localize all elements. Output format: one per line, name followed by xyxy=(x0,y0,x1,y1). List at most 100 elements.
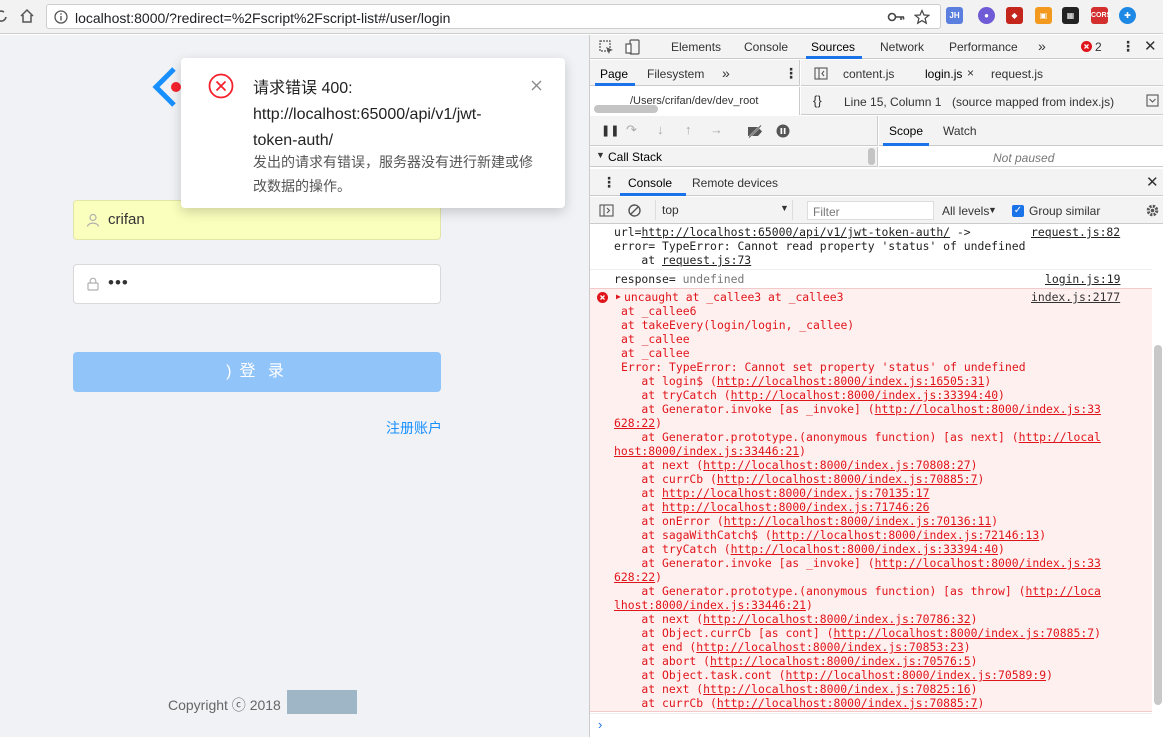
stack-link[interactable]: http://localhost:8000/index.js:33 xyxy=(875,556,1101,570)
stack-link[interactable]: http://localhost:8000/index.js:72146:13 xyxy=(772,528,1039,542)
stack-link[interactable]: http://localhost:8000/index.js:70885:7 xyxy=(717,696,978,710)
url-link[interactable]: http://localhost:65000/api/v1/jwt-token-… xyxy=(641,225,950,239)
redacted-block xyxy=(287,690,357,714)
file-tab-content[interactable]: content.js xyxy=(843,67,894,81)
clear-console-icon[interactable] xyxy=(628,204,641,217)
url-text[interactable]: localhost:8000/?redirect=%2Fscript%2Fscr… xyxy=(75,10,450,26)
stack-link[interactable]: http://localhost:8000/index.js:70786:32 xyxy=(703,612,970,626)
more-tabs-icon[interactable]: » xyxy=(1038,38,1046,54)
star-icon[interactable] xyxy=(914,9,930,25)
stack-link[interactable]: lhost:8000/index.js:33446:21 xyxy=(614,598,806,612)
step-icon[interactable]: → xyxy=(710,122,723,137)
tab-elements[interactable]: Elements xyxy=(671,40,721,54)
tab-scope[interactable]: Scope xyxy=(889,124,923,138)
log-levels-dropdown[interactable]: All levels xyxy=(942,204,989,218)
group-similar-checkbox[interactable]: ✓ xyxy=(1012,205,1024,217)
coverage-icon[interactable] xyxy=(1146,94,1159,107)
stack-line: at onError (http://localhost:8000/index.… xyxy=(614,514,999,528)
error-expand-triangle-icon[interactable]: ▶ xyxy=(616,290,621,304)
extension-red-icon[interactable]: ◆ xyxy=(1006,7,1023,24)
console-filter-input[interactable]: Filter xyxy=(807,201,934,220)
stack-link[interactable]: http://localhost:8000/index.js:16505:31 xyxy=(717,374,984,388)
deactivate-breakpoints-icon[interactable] xyxy=(746,125,764,138)
error-count[interactable]: 2 xyxy=(1095,40,1102,54)
stack-link[interactable]: http://localhost:8000/index.js:70576:5 xyxy=(710,654,971,668)
nav-menu-icon[interactable]: ⋮ xyxy=(784,65,798,82)
stack-link[interactable]: http://localhost:8000/index.js:70853:23 xyxy=(696,640,963,654)
stack-link[interactable]: http://local xyxy=(1019,430,1101,444)
stack-link[interactable]: http://localhost:8000/index.js:70589:9 xyxy=(785,668,1046,682)
tab-watch[interactable]: Watch xyxy=(943,124,977,138)
stack-link[interactable]: http://localhost:8000/index.js:70885:7 xyxy=(833,626,1094,640)
stack-link[interactable]: http://localhost:8000/index.js:71746:26 xyxy=(662,500,929,514)
extension-orange-icon[interactable]: ▣ xyxy=(1035,7,1052,24)
tab-sources[interactable]: Sources xyxy=(811,40,855,54)
tab-page[interactable]: Page xyxy=(600,67,628,81)
step-out-icon[interactable]: ↑ xyxy=(685,122,692,137)
stack-line: Error: TypeError: Cannot set property 's… xyxy=(621,360,1026,374)
error-badge-icon[interactable] xyxy=(1081,41,1092,52)
login-button[interactable]: ) 登 录 xyxy=(73,352,441,392)
stack-link[interactable]: 628:22 xyxy=(614,416,655,430)
tab-console[interactable]: Console xyxy=(744,40,788,54)
close-icon[interactable] xyxy=(531,80,542,91)
pause-icon[interactable]: ❚❚ xyxy=(601,124,619,137)
tab-performance[interactable]: Performance xyxy=(949,40,1018,54)
pretty-print-icon[interactable]: {} xyxy=(813,93,822,108)
close-devtools-icon[interactable]: ✕ xyxy=(1144,37,1157,55)
home-icon[interactable] xyxy=(19,8,35,24)
reload-icon[interactable] xyxy=(0,9,8,23)
device-toggle-icon[interactable] xyxy=(625,39,641,55)
tab-filesystem[interactable]: Filesystem xyxy=(647,67,704,81)
stack-link[interactable]: http://localhost:8000/index.js:70135:17 xyxy=(662,486,929,500)
show-sidebar-icon[interactable] xyxy=(599,204,614,217)
stack-link[interactable]: host:8000/index.js:33446:21 xyxy=(614,444,799,458)
extension-globe-icon[interactable]: ✚ xyxy=(1119,7,1136,24)
stack-link[interactable]: 628:22 xyxy=(614,570,655,584)
stack-link[interactable]: http://localhost:8000/index.js:33394:40 xyxy=(731,388,998,402)
file-tab-request[interactable]: request.js xyxy=(991,67,1043,81)
extension-circle-icon[interactable]: ● xyxy=(978,7,995,24)
drawer-tab-bar: ⋮ Console Remote devices ✕ xyxy=(590,169,1163,196)
tab-network[interactable]: Network xyxy=(880,40,924,54)
step-into-icon[interactable]: ↓ xyxy=(657,122,664,137)
stack-link[interactable]: http://localhost:8000/index.js:70885:7 xyxy=(717,472,978,486)
stack-link[interactable]: http://loca xyxy=(1025,584,1100,598)
file-tab-close-icon[interactable]: × xyxy=(967,66,974,80)
address-bar[interactable]: localhost:8000/?redirect=%2Fscript%2Fscr… xyxy=(46,4,941,29)
inspect-icon[interactable] xyxy=(599,40,614,55)
source-link-request-82[interactable]: request.js:82 xyxy=(1031,225,1120,239)
console-scrollbar[interactable] xyxy=(1154,345,1162,705)
console-settings-gear-icon[interactable] xyxy=(1145,203,1160,218)
kebab-menu-icon[interactable]: ⋮ xyxy=(1121,38,1135,55)
extension-qr-icon[interactable]: ▦ xyxy=(1062,7,1079,24)
register-link[interactable]: 注册账户 xyxy=(386,418,442,438)
nav-more-icon[interactable]: » xyxy=(722,65,730,81)
password-field[interactable]: ••• xyxy=(73,264,441,304)
stack-link[interactable]: http://localhost:8000/index.js:33 xyxy=(875,402,1101,416)
close-drawer-icon[interactable]: ✕ xyxy=(1146,173,1159,191)
console-prompt[interactable]: › xyxy=(590,713,1152,737)
stack-link[interactable]: http://localhost:8000/index.js:70808:27 xyxy=(703,458,970,472)
source-link-login-19[interactable]: login.js:19 xyxy=(1045,272,1120,286)
source-link-index-2177[interactable]: index.js:2177 xyxy=(1031,290,1120,304)
drawer-menu-icon[interactable]: ⋮ xyxy=(602,174,616,191)
scrollbar-thumb[interactable] xyxy=(594,105,658,113)
file-tab-login[interactable]: login.js xyxy=(925,67,962,81)
stack-link[interactable]: http://localhost:8000/index.js:70825:16 xyxy=(703,682,970,696)
context-selector[interactable]: top ▼ xyxy=(655,200,793,220)
toggle-navigator-icon[interactable] xyxy=(814,67,828,80)
key-icon[interactable] xyxy=(887,10,905,24)
drawer-tab-remote-devices[interactable]: Remote devices xyxy=(692,176,778,190)
call-stack-header[interactable]: ▼ Call Stack xyxy=(590,147,878,167)
stack-link[interactable]: http://localhost:8000/index.js:70136:11 xyxy=(724,514,991,528)
drawer-tab-console[interactable]: Console xyxy=(628,176,672,190)
source-link-request-73[interactable]: request.js:73 xyxy=(662,253,751,267)
stack-link[interactable]: http://localhost:8000/index.js:33394:40 xyxy=(731,542,998,556)
extension-cors-icon[interactable]: CORS xyxy=(1091,7,1111,24)
extension-jh-icon[interactable]: JH xyxy=(946,7,963,24)
sidebar-scrollbar[interactable] xyxy=(868,148,875,165)
pause-on-exceptions-icon[interactable] xyxy=(776,124,790,138)
step-over-icon[interactable]: ↷ xyxy=(626,122,637,138)
info-icon[interactable] xyxy=(54,10,68,24)
